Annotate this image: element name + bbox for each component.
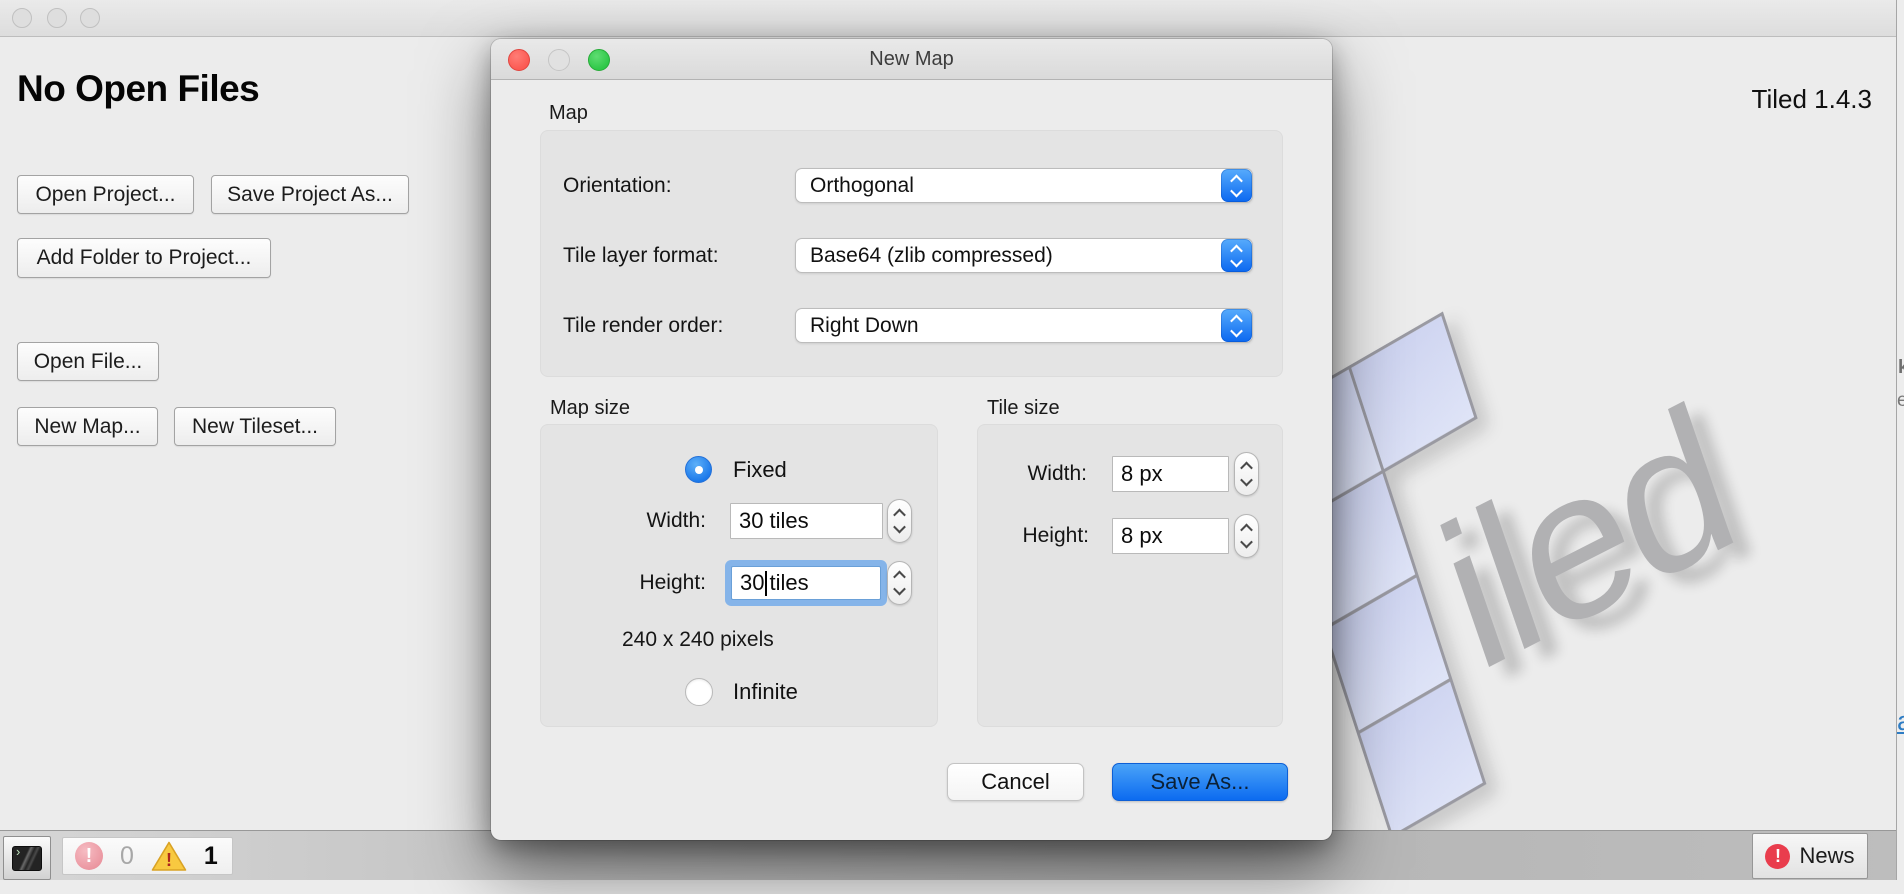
main-window-titlebar bbox=[0, 0, 1896, 37]
zoom-dialog-icon[interactable] bbox=[588, 49, 610, 71]
warning-count: 1 bbox=[204, 842, 218, 871]
new-tileset-button[interactable]: New Tileset... bbox=[174, 407, 336, 446]
infinite-radio[interactable] bbox=[685, 678, 713, 706]
open-file-button[interactable]: Open File... bbox=[17, 342, 159, 381]
map-width-input[interactable]: 30 tiles bbox=[730, 503, 883, 539]
error-icon: ! bbox=[75, 842, 103, 870]
warning-icon: ! bbox=[151, 841, 187, 872]
tile-render-order-select[interactable]: Right Down bbox=[795, 308, 1253, 343]
new-map-dialog: New Map Map Orientation: Orthogonal Tile… bbox=[491, 39, 1332, 840]
add-folder-to-project-button[interactable]: Add Folder to Project... bbox=[17, 238, 271, 278]
save-as-button[interactable]: Save As... bbox=[1112, 763, 1288, 801]
map-group-label: Map bbox=[549, 102, 588, 125]
orientation-value: Orthogonal bbox=[810, 174, 914, 198]
dialog-titlebar[interactable]: New Map bbox=[491, 39, 1332, 80]
tile-width-stepper[interactable] bbox=[1234, 452, 1259, 496]
tile-layer-format-value: Base64 (zlib compressed) bbox=[810, 244, 1053, 268]
news-badge-icon: ! bbox=[1765, 844, 1790, 869]
fixed-radio-label[interactable]: Fixed bbox=[733, 456, 787, 483]
error-count: 0 bbox=[120, 842, 134, 871]
map-height-input[interactable]: 30 tiles bbox=[731, 566, 881, 600]
chevron-up-down-icon[interactable] bbox=[1221, 239, 1252, 272]
minimize-dialog-icon bbox=[548, 49, 570, 71]
map-height-stepper[interactable] bbox=[887, 561, 912, 605]
tile-width-input[interactable]: 8 px bbox=[1112, 456, 1229, 492]
issues-counter[interactable]: ! 0 ! 1 bbox=[62, 837, 233, 875]
chevron-up-down-icon[interactable] bbox=[1221, 169, 1252, 202]
fixed-radio[interactable] bbox=[685, 456, 712, 483]
text-cursor bbox=[765, 571, 767, 596]
new-map-button[interactable]: New Map... bbox=[17, 407, 158, 446]
svg-text:!: ! bbox=[166, 850, 172, 870]
close-window-icon[interactable] bbox=[12, 8, 32, 28]
map-width-label: Width: bbox=[581, 509, 706, 533]
tile-height-input[interactable]: 8 px bbox=[1112, 518, 1229, 554]
tile-render-order-value: Right Down bbox=[810, 314, 919, 338]
tile-height-label: Height: bbox=[987, 524, 1089, 548]
close-dialog-icon[interactable] bbox=[508, 49, 530, 71]
open-project-button[interactable]: Open Project... bbox=[17, 175, 194, 214]
tile-size-group-label: Tile size bbox=[987, 397, 1060, 420]
save-project-as-button[interactable]: Save Project As... bbox=[211, 175, 409, 214]
infinite-radio-label[interactable]: Infinite bbox=[733, 678, 798, 706]
orientation-label: Orientation: bbox=[563, 168, 672, 203]
pixel-size-summary: 240 x 240 pixels bbox=[622, 628, 774, 652]
watermark-text: iled bbox=[1420, 374, 1750, 704]
tile-layer-format-select[interactable]: Base64 (zlib compressed) bbox=[795, 238, 1253, 273]
map-width-stepper[interactable] bbox=[887, 499, 912, 543]
minimize-window-icon[interactable] bbox=[47, 8, 67, 28]
map-size-group-label: Map size bbox=[550, 397, 630, 420]
terminal-icon bbox=[12, 846, 42, 871]
tile-layer-format-label: Tile layer format: bbox=[563, 238, 719, 273]
map-height-label: Height: bbox=[581, 571, 706, 595]
tile-render-order-label: Tile render order: bbox=[563, 308, 723, 343]
console-toggle-button[interactable] bbox=[3, 836, 51, 880]
tile-width-label: Width: bbox=[987, 462, 1087, 486]
news-button[interactable]: ! News bbox=[1752, 833, 1868, 879]
tile-height-stepper[interactable] bbox=[1234, 514, 1259, 558]
cancel-button[interactable]: Cancel bbox=[947, 763, 1084, 801]
chevron-up-down-icon[interactable] bbox=[1221, 309, 1252, 342]
app-version-label: Tiled 1.4.3 bbox=[1752, 84, 1872, 115]
right-edge-strip: k e a bbox=[1896, 0, 1904, 880]
zoom-window-icon[interactable] bbox=[80, 8, 100, 28]
dialog-title: New Map bbox=[491, 39, 1332, 80]
orientation-select[interactable]: Orthogonal bbox=[795, 168, 1253, 203]
page-title: No Open Files bbox=[17, 68, 259, 110]
